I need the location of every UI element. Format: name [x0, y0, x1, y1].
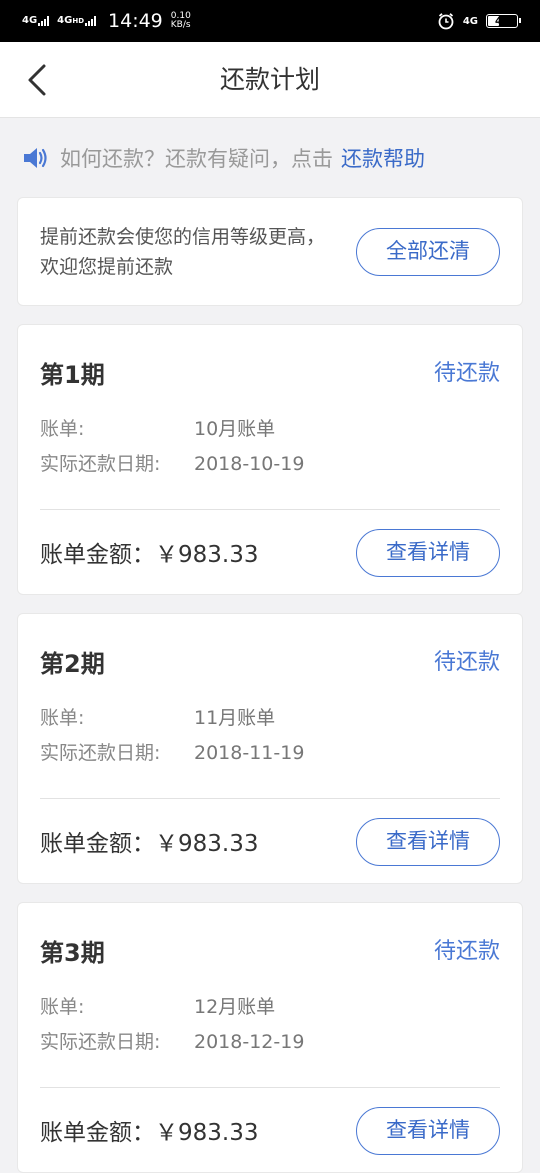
bill-value: 12月账单	[194, 996, 276, 1018]
period-title: 第2期	[40, 650, 105, 678]
repayment-help-link[interactable]: 还款帮助	[341, 143, 425, 173]
repay-date-value: 2018-10-19	[194, 453, 305, 475]
bill-value: 11月账单	[194, 707, 276, 729]
repay-date-value: 2018-11-19	[194, 742, 305, 764]
bill-row: 账单: 10月账单	[40, 414, 275, 444]
period-card: 第1期 待还款 账单: 10月账单 实际还款日期: 2018-10-19 账单金额：…	[17, 324, 523, 595]
battery-icon: 44	[486, 14, 521, 28]
network-type-3: 4G	[462, 15, 478, 27]
period-card: 第2期 待还款 账单: 11月账单 实际还款日期: 2018-11-19 账单金额：…	[17, 613, 523, 884]
status-bar-left: 4G 4G HD 14:49 0.10 KB/s	[22, 0, 191, 42]
bill-label: 账单:	[40, 996, 85, 1018]
speaker-icon	[24, 148, 47, 168]
net-speed: 0.10 KB/s	[171, 12, 191, 30]
status-badge: 待还款	[433, 939, 500, 964]
early-repayment-card: 提前还款会使您的信用等级更高，欢迎您提前还款 全部还清	[17, 197, 523, 306]
back-button[interactable]	[18, 56, 58, 104]
signal-bars-icon	[85, 16, 97, 26]
view-details-button[interactable]: 查看详情	[356, 529, 500, 577]
bill-row: 账单: 12月账单	[40, 992, 275, 1022]
repay-date-row: 实际还款日期: 2018-10-19	[40, 449, 304, 479]
nav-bar: 还款计划	[0, 42, 540, 118]
network-type-1: 4G	[22, 15, 38, 26]
bill-row: 账单: 11月账单	[40, 703, 275, 733]
repay-date-label: 实际还款日期:	[40, 453, 161, 475]
pay-all-button[interactable]: 全部还清	[356, 228, 500, 276]
status-badge: 待还款	[433, 650, 500, 675]
battery-level: 44	[495, 15, 509, 27]
repay-date-label: 实际还款日期:	[40, 742, 161, 764]
alarm-icon	[438, 13, 454, 30]
signal-1: 4G	[22, 15, 50, 26]
status-bar-right: 4G 44	[437, 0, 521, 42]
net-speed-unit: KB/s	[170, 20, 191, 30]
repay-date-label: 实际还款日期:	[40, 1031, 161, 1053]
status-badge: 待还款	[433, 361, 500, 386]
page-title: 还款计划	[219, 65, 320, 94]
period-title: 第1期	[40, 361, 105, 389]
bill-amount: 账单金额：￥983.33	[40, 1120, 259, 1146]
early-repayment-text: 提前还款会使您的信用等级更高，欢迎您提前还款	[40, 226, 326, 278]
divider	[40, 798, 500, 799]
repay-date-value: 2018-12-19	[194, 1031, 305, 1053]
period-title: 第3期	[40, 939, 105, 967]
divider	[40, 1087, 500, 1088]
bill-value: 10月账单	[194, 418, 276, 440]
period-card: 第3期 待还款 账单: 12月账单 实际还款日期: 2018-12-19 账单金额：…	[17, 902, 523, 1173]
network-hd-label: HD	[72, 17, 85, 25]
bill-label: 账单:	[40, 707, 85, 729]
bill-amount: 账单金额：￥983.33	[40, 831, 259, 857]
signal-bars-icon	[38, 16, 50, 26]
view-details-button[interactable]: 查看详情	[356, 1107, 500, 1155]
network-type-2: 4G	[57, 15, 73, 26]
chevron-left-icon	[28, 64, 46, 96]
repay-date-row: 实际还款日期: 2018-11-19	[40, 738, 304, 768]
repay-date-row: 实际还款日期: 2018-12-19	[40, 1027, 304, 1057]
notice-text: 如何还款？还款有疑问，点击	[60, 147, 333, 171]
signal-2: 4G HD	[57, 15, 97, 26]
bill-amount: 账单金额：￥983.33	[40, 542, 259, 568]
clock: 14:49	[108, 10, 163, 32]
divider	[40, 509, 500, 510]
help-notice: 如何还款？还款有疑问，点击 还款帮助	[22, 136, 425, 180]
bill-label: 账单:	[40, 418, 85, 440]
view-details-button[interactable]: 查看详情	[356, 818, 500, 866]
status-bar: 4G 4G HD 14:49 0.10 KB/s 4G 44	[0, 0, 540, 42]
